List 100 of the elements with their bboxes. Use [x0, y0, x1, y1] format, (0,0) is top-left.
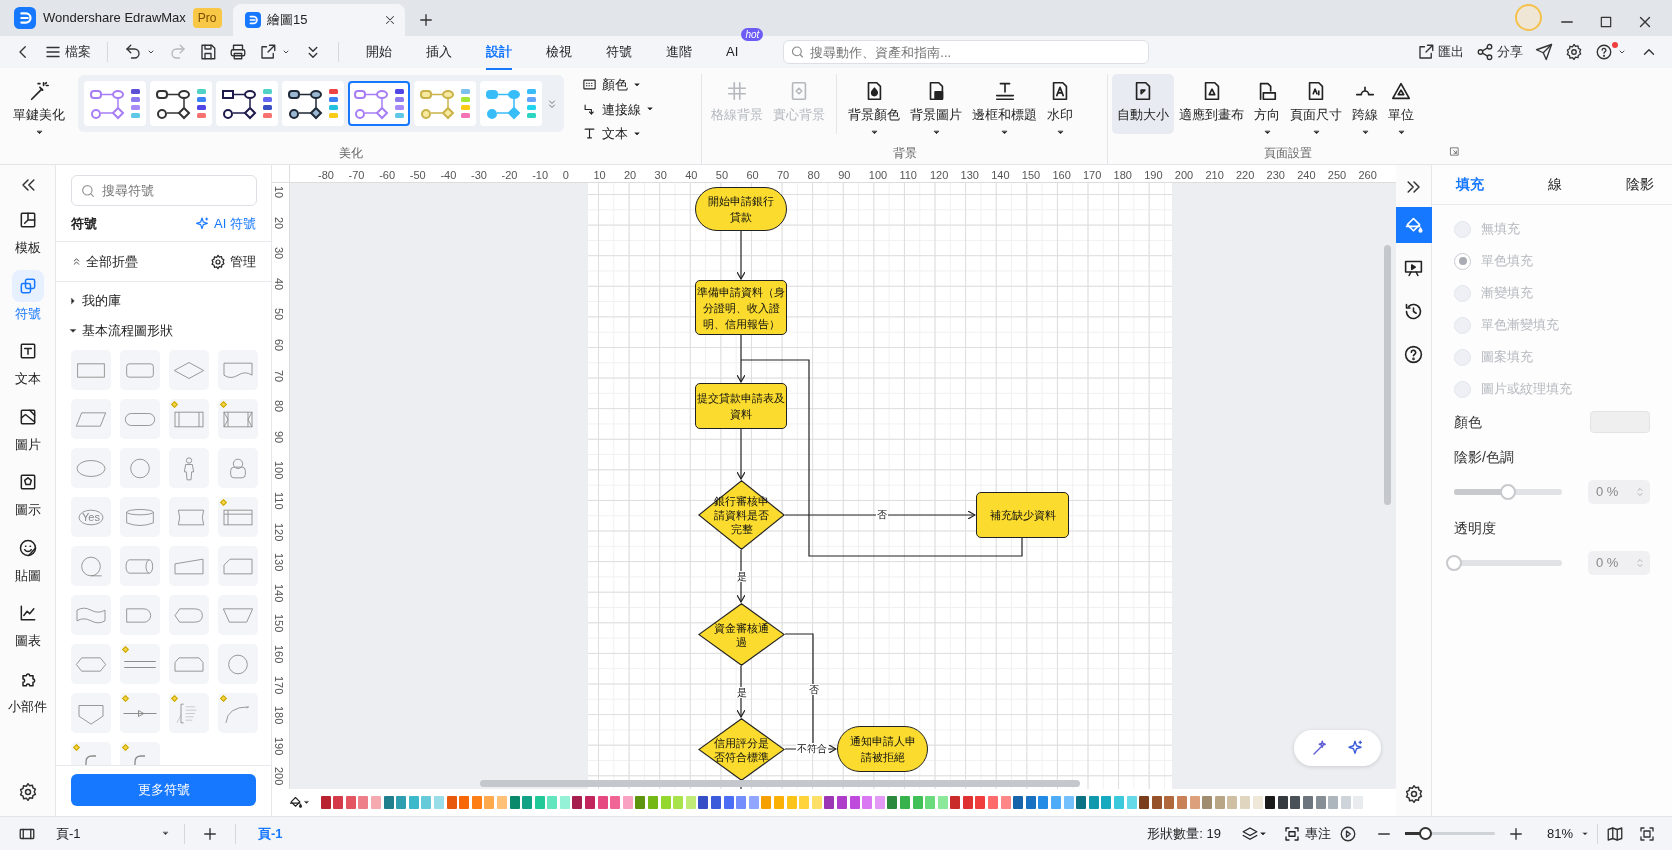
menu-tab[interactable]: 進階 [651, 37, 707, 67]
page-setup-button[interactable]: 跨線 [1347, 74, 1383, 143]
process-node: 補充缺少資料 [976, 492, 1069, 538]
ruler-label: 100 [272, 461, 286, 480]
ruler-label: 60 [746, 168, 759, 182]
option-label: 單色漸變填充 [1481, 316, 1559, 335]
shape-label: Yes [82, 509, 100, 525]
export-button[interactable]: 匯出 [1413, 39, 1468, 65]
more-symbols-button[interactable]: 更多符號 [71, 774, 256, 806]
ruler-label: 130 [272, 553, 286, 572]
ruler-label: 170 [1083, 168, 1102, 182]
ribbon-dropdown[interactable]: 連接線 [580, 98, 656, 120]
page-setup-button[interactable]: 適應到畫布 [1174, 74, 1249, 134]
option-label: 圖案填充 [1481, 348, 1533, 367]
ruler-label: 260 [1358, 168, 1377, 182]
ruler-label: 150 [1021, 168, 1041, 182]
group-label: 美化 [338, 146, 363, 160]
app-name: Wondershare EdrawMax [43, 9, 186, 28]
sidebar-item[interactable]: 符號 [5, 266, 50, 326]
ruler-label: 120 [930, 168, 949, 182]
search-field[interactable]: 搜尋符號 [71, 175, 257, 206]
page-setup-button[interactable]: 單位 [1383, 74, 1419, 143]
option-label: 單色填充 [1481, 252, 1533, 271]
menu-tab[interactable]: 設計 [471, 37, 527, 67]
ribbon-dropdown[interactable]: 顏色 [580, 74, 656, 96]
ruler-label: 0 [562, 168, 569, 182]
ruler-label: 150 [272, 614, 286, 633]
shape-count: 形狀數量: 19 [1147, 824, 1221, 843]
field-label: 顏色 [1454, 412, 1482, 432]
ruler-label: 200 [1174, 168, 1194, 182]
ribbon-dropdown[interactable]: 文本 [580, 123, 656, 145]
ruler-label: -20 [501, 168, 518, 182]
decision-node: 銀行審核申請資料是否完整 [698, 480, 785, 550]
panel-tab[interactable]: 陰影 [1626, 174, 1654, 195]
page-tab[interactable]: 頁-1 [258, 823, 283, 844]
connector-label: 否 [876, 509, 888, 520]
connector-label: 是 [736, 687, 748, 698]
ruler-label: 160 [272, 645, 286, 664]
sidebar-item[interactable]: 貼圖 [5, 528, 50, 588]
search-field[interactable]: 搜尋動作、資產和指南... [783, 40, 1150, 64]
ruler-label: 50 [715, 168, 729, 182]
plan-badge: Pro [192, 8, 222, 28]
ruler-label: 100 [868, 168, 888, 182]
ruler-label: 20 [272, 216, 286, 229]
background-option-button[interactable]: 背景顏色 [843, 74, 905, 143]
panel-tab[interactable]: 填充 [1456, 174, 1484, 195]
menu-tab[interactable]: 符號 [591, 37, 647, 67]
background-option-button[interactable]: 邊框和標題 [967, 74, 1042, 143]
ruler-label: 90 [838, 168, 851, 182]
page-setup-button[interactable]: 方向 [1249, 74, 1285, 143]
ruler-label: 60 [272, 339, 286, 352]
menu-tab[interactable]: 插入 [411, 37, 467, 67]
group-label: 頁面設置 [1264, 146, 1312, 160]
collapse-all-button[interactable]: 全部折疊 [71, 251, 138, 272]
sidebar-item[interactable]: 模板 [5, 201, 50, 261]
ai-symbols-link[interactable]: AI 符號 [194, 213, 256, 234]
library-item[interactable]: 我的庫 [56, 286, 271, 316]
option-label: 圖片或紋理填充 [1481, 380, 1572, 399]
sidebar-item[interactable]: 圖示 [5, 463, 50, 523]
ruler-label: 30 [272, 247, 286, 260]
zoom-percentage-dropdown[interactable]: 81% [1546, 823, 1589, 844]
page-setup-button[interactable]: 頁面尺寸 [1285, 74, 1347, 143]
sidebar-item[interactable]: 圖表 [5, 594, 50, 654]
ruler-label: 170 [272, 675, 286, 694]
document-tab[interactable]: 繪圖15 [233, 4, 405, 36]
ruler-label: 250 [1327, 168, 1347, 182]
panel-tab[interactable]: 線 [1548, 174, 1562, 195]
library-item[interactable]: 基本流程圖形狀 [56, 316, 271, 346]
menu-tab[interactable]: 檢視 [531, 37, 587, 67]
process-node: 準備申請資料（身分證明、收入證明、信用報告） [695, 280, 787, 335]
group-label: 背景 [892, 146, 917, 160]
ruler-label: 240 [1297, 168, 1316, 182]
background-option-button[interactable]: 背景圖片 [905, 74, 967, 143]
sidebar-item[interactable]: 小部件 [5, 659, 50, 719]
ruler-label: 40 [685, 168, 698, 182]
connector-label: 不符合 [796, 743, 828, 754]
ruler-label: 20 [624, 168, 637, 182]
one-click-beautify-button[interactable]: 單鍵美化 [8, 74, 70, 143]
menu-tab[interactable]: 開始 [351, 37, 407, 67]
background-option-button[interactable]: 水印 [1042, 74, 1078, 143]
connector-label: 否 [808, 684, 820, 695]
focus-mode-button[interactable]: 專注 [1282, 823, 1331, 844]
page-setup-button[interactable]: 自動大小 [1112, 74, 1174, 134]
ruler-label: 200 [272, 767, 286, 786]
ruler-label: 10 [272, 186, 286, 199]
ruler-label: 180 [1113, 168, 1132, 182]
ruler-label: 70 [272, 369, 286, 382]
ruler-label: 120 [272, 522, 286, 541]
ruler-label: 160 [1052, 168, 1071, 182]
sidebar-item[interactable]: 文本 [5, 332, 50, 392]
sidebar-item[interactable]: 圖片 [5, 397, 50, 457]
file-menu[interactable]: 檔案 [40, 39, 95, 65]
ruler-label: 140 [991, 168, 1010, 182]
decision-node: 資金審核通過 [698, 603, 785, 666]
field-label: 透明度 [1453, 519, 1497, 538]
share-button[interactable]: 分享 [1472, 39, 1527, 65]
manage-button[interactable]: 管理 [210, 251, 256, 272]
ruler-label: 140 [272, 583, 286, 603]
ruler-label: 40 [272, 277, 286, 291]
page-selector[interactable]: 頁-1 [56, 823, 176, 844]
